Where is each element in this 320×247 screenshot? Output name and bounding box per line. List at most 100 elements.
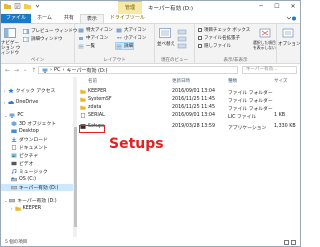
tab-file[interactable]: ファイル	[1, 14, 32, 23]
column-size[interactable]: サイズ	[274, 78, 287, 84]
sidebar-item-label: OneDrive	[15, 100, 39, 105]
navigation-pane-button[interactable]: ナビゲーション ウィンドウ	[1, 41, 21, 56]
cloud-icon	[7, 100, 14, 104]
hidden-items-toggle[interactable]: 隠しファイル	[198, 43, 231, 49]
checkbox[interactable]	[198, 44, 202, 48]
preview-pane-button[interactable]: プレビュー ウィンドウ	[23, 28, 77, 34]
help-icon[interactable]	[286, 15, 296, 22]
navigation-pane: › クイック アクセス › OneDrive ⌄ PC 3D オブジェクト De…	[1, 77, 73, 237]
layout-large-icons[interactable]: 大アイコン	[116, 27, 146, 33]
back-arrow-icon[interactable]: ←	[5, 67, 10, 74]
hide-selected-button[interactable]: 選択した項目を表示しない	[253, 40, 277, 50]
chevron-right-icon: ›	[4, 100, 6, 105]
file-extensions-toggle[interactable]: ファイル名拡張子	[198, 35, 240, 41]
sidebar-item-quick-access[interactable]: › クイック アクセス	[1, 87, 73, 94]
checkbox[interactable]	[198, 28, 202, 32]
options-button[interactable]: オプション	[278, 41, 301, 47]
ribbon-tabs: ファイル ホーム 共有 表示 ドライブツール	[1, 13, 300, 24]
column-name[interactable]: 名前	[88, 78, 97, 84]
status-bar: 5 個の項目	[1, 238, 300, 247]
layout-item-label: 中アイコン	[86, 36, 109, 41]
sidebar-item-os-c[interactable]: OS (C:)	[1, 176, 73, 183]
layout-medium-icons[interactable]: 中アイコン	[78, 35, 108, 41]
details-pane-button[interactable]: 詳細ウィンドウ	[23, 36, 63, 42]
sidebar-item-videos[interactable]: ビデオ	[1, 160, 73, 167]
chevron-down-icon[interactable]	[34, 3, 41, 9]
tab-home[interactable]: ホーム	[31, 14, 58, 23]
recent-chevron-icon[interactable]: ⌄	[23, 67, 27, 74]
sidebar-item-music[interactable]: ミュージック	[1, 168, 73, 175]
sidebar-item-documents[interactable]: ドキュメント	[1, 144, 73, 151]
cube-icon	[11, 121, 17, 126]
sidebar-item-keeper-drive-root[interactable]: ⌄ キーパー有効 (D:)	[1, 197, 73, 204]
sidebar-item-keeper-folder[interactable]: › KEEPER	[1, 205, 73, 212]
maximize-button[interactable]: ☐	[272, 2, 282, 12]
layout-item-label: 大アイコン	[124, 28, 147, 33]
highlight-box	[79, 125, 105, 133]
sidebar-item-desktop[interactable]: Desktop	[1, 128, 73, 135]
details-pane-icon	[23, 36, 29, 42]
close-button[interactable]: ✕	[288, 2, 298, 12]
hide-selected-icon	[259, 28, 271, 38]
file-row-setups[interactable]: Setups 2019/03/28 13:59 アプリケーション 1,330 K…	[78, 123, 300, 131]
pc-icon	[42, 68, 48, 73]
sidebar-item-3d-objects[interactable]: 3D オブジェクト	[1, 120, 73, 127]
tab-view[interactable]: 表示	[79, 13, 104, 24]
layout-list[interactable]: 一覧	[78, 43, 95, 49]
preview-pane-label: プレビュー ウィンドウ	[31, 29, 78, 34]
ribbon: ナビゲーション ウィンドウ プレビュー ウィンドウ 詳細ウィンドウ ペイン 特大…	[1, 23, 301, 64]
file-row-keeper[interactable]: KEEPER 2016/09/01 13:04 ファイル フォルダー	[78, 88, 300, 96]
chevron-right-icon: ›	[4, 88, 6, 93]
view-options-icons[interactable]	[177, 29, 191, 51]
tab-share[interactable]: 共有	[58, 14, 80, 23]
picture-icon	[11, 153, 17, 158]
minimize-button[interactable]: ─	[256, 2, 266, 12]
sort-button[interactable]: 並べ替え	[157, 41, 175, 47]
checkbox[interactable]	[198, 36, 202, 40]
address-bar[interactable]: › PC › キーパー有効 (D:)	[38, 66, 238, 74]
ribbon-group-show-hide: 項目チェック ボックス ファイル名拡張子 隠しファイル 選択した項目を表示しない…	[195, 24, 277, 64]
layout-item-label: 一覧	[86, 44, 95, 49]
file-date: 2016/11/25 11:45	[172, 105, 215, 110]
breadcrumb-separator: ›	[62, 67, 65, 73]
file-row-serial[interactable]: SERIAL 2016/09/01 13:04 LIC ファイル 1 KB	[78, 112, 300, 120]
sidebar-item-downloads[interactable]: ダウンロード	[1, 136, 73, 143]
layout-item-label: 小アイコン	[124, 36, 147, 41]
sidebar-item-onedrive[interactable]: › OneDrive	[1, 99, 73, 106]
manage-label: 管理	[124, 5, 135, 11]
folder-icon[interactable]	[4, 3, 11, 9]
sidebar-item-pc[interactable]: ⌄ PC	[1, 112, 73, 119]
sidebar-item-label: Desktop	[19, 129, 39, 134]
manage-tab[interactable]: 管理	[118, 1, 142, 14]
desktop-icon	[11, 129, 17, 133]
file-type: ファイル フォルダー	[228, 99, 273, 104]
window-title: キーパー有効 (D:)	[148, 6, 194, 12]
item-checkboxes-toggle[interactable]: 項目チェック ボックス	[198, 27, 250, 33]
new-folder-icon[interactable]	[24, 3, 31, 9]
search-input[interactable]: キーパー有効...	[242, 66, 297, 74]
layout-extra-large-icons[interactable]: 特大アイコン	[78, 27, 113, 33]
up-arrow-icon[interactable]: ↑	[31, 67, 36, 74]
scrollbar-thumb[interactable]	[73, 127, 77, 227]
layout-group-label: レイアウト	[103, 58, 126, 63]
large-icons-view-icon[interactable]	[291, 240, 296, 245]
sidebar-item-pictures[interactable]: ピクチャ	[1, 152, 73, 159]
file-row-zdata[interactable]: zdata 2016/11/25 11:45 ファイル フォルダー	[78, 104, 300, 112]
breadcrumb-pc[interactable]: PC	[54, 67, 61, 73]
details-view-icon[interactable]	[284, 240, 289, 245]
column-date[interactable]: 更新日時	[172, 78, 190, 84]
layout-small-icons[interactable]: 小アイコン	[116, 35, 146, 41]
ribbon-group-options: オプション	[277, 24, 301, 64]
column-type[interactable]: 種類	[228, 78, 237, 84]
file-row-systemsf[interactable]: SystemSF 2016/11/25 11:45 ファイル フォルダー	[78, 96, 300, 104]
sort-icon	[159, 28, 171, 38]
breadcrumb-drive[interactable]: キーパー有効 (D:)	[67, 67, 108, 74]
navigation-buttons: ← → ⌄ ↑	[1, 67, 36, 74]
tab-drive-tools[interactable]: ドライブツール	[104, 14, 151, 23]
properties-icon[interactable]	[14, 3, 21, 9]
forward-arrow-icon[interactable]: →	[14, 67, 19, 74]
small-icons-icon	[117, 36, 122, 38]
layout-details[interactable]: 詳細	[115, 42, 134, 50]
sidebar-scrollbar[interactable]	[73, 77, 77, 237]
sidebar-item-keeper-drive[interactable]: キーパー有効 (D:)	[1, 184, 73, 191]
